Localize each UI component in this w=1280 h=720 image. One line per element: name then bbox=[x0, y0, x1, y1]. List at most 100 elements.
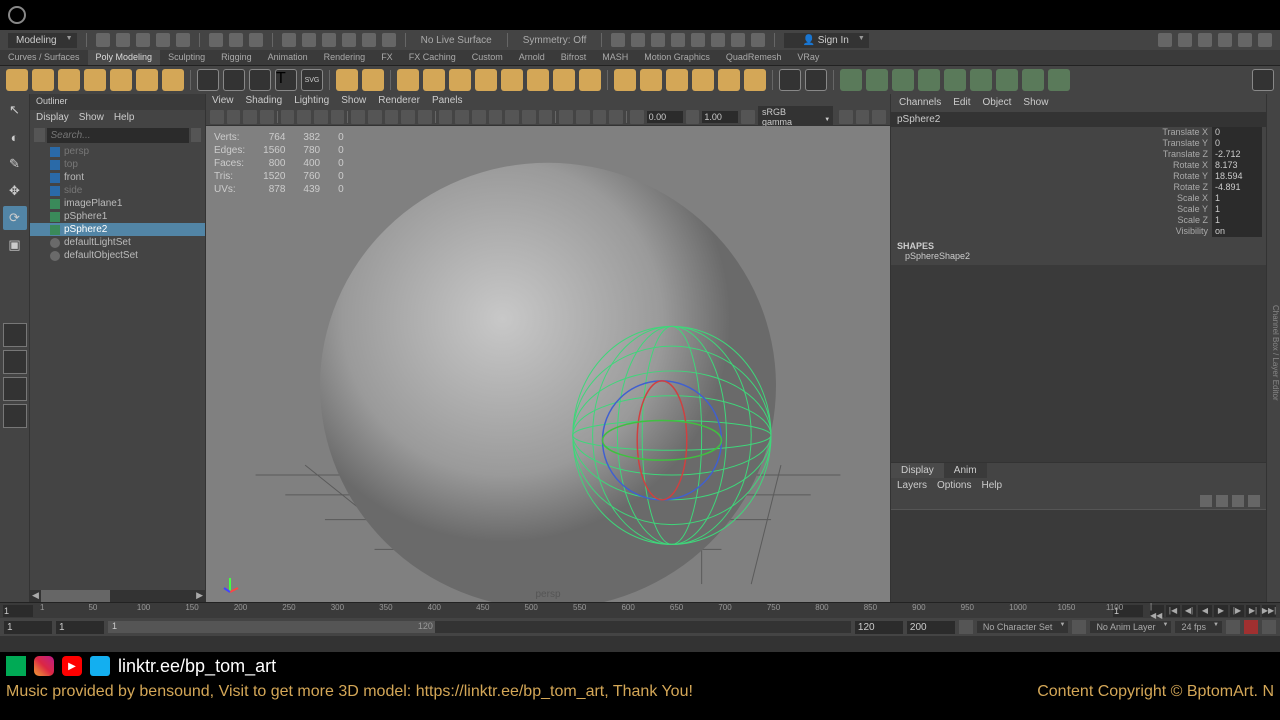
scale-tool[interactable]: ▣ bbox=[3, 233, 27, 257]
delete-edge-icon[interactable] bbox=[1048, 69, 1070, 91]
go-end-icon[interactable]: ▶▶| bbox=[1262, 605, 1276, 617]
prefs-icon[interactable] bbox=[1262, 620, 1276, 634]
attr-translate-z[interactable]: Translate Z-2.712 bbox=[891, 149, 1266, 160]
search-filter-icon[interactable] bbox=[191, 128, 202, 142]
vp-menu-shading[interactable]: Shading bbox=[246, 95, 283, 107]
layout-four-icon[interactable] bbox=[3, 350, 27, 374]
booleans-icon[interactable] bbox=[449, 69, 471, 91]
detach-icon[interactable] bbox=[944, 69, 966, 91]
cgtrader-icon[interactable] bbox=[6, 656, 26, 676]
shelf-tab-poly-modeling[interactable]: Poly Modeling bbox=[88, 50, 161, 65]
outliner-search-input[interactable] bbox=[47, 128, 189, 143]
bevel-icon[interactable] bbox=[640, 69, 662, 91]
range-loop-icon[interactable] bbox=[959, 620, 973, 634]
outliner-item-defaultLightSet[interactable]: defaultLightSet bbox=[30, 236, 205, 249]
anim-layer-toggle-icon[interactable] bbox=[1072, 620, 1086, 634]
vp-motion-blur-icon[interactable] bbox=[505, 110, 519, 124]
shelf-tab-vray[interactable]: VRay bbox=[789, 50, 827, 65]
undo-icon[interactable] bbox=[156, 33, 170, 47]
vp-ao-icon[interactable] bbox=[489, 110, 503, 124]
go-start-icon[interactable]: |◀◀ bbox=[1150, 605, 1164, 617]
select-icon[interactable] bbox=[209, 33, 223, 47]
vp-lights-icon[interactable] bbox=[401, 110, 415, 124]
next-key-icon[interactable]: ▶| bbox=[1246, 605, 1260, 617]
vp-shadows-icon[interactable] bbox=[418, 110, 432, 124]
linktree-icon[interactable] bbox=[90, 656, 110, 676]
merge-icon[interactable] bbox=[970, 69, 992, 91]
vp-isolate-icon[interactable] bbox=[439, 110, 453, 124]
attr-scale-z[interactable]: Scale Z1 bbox=[891, 215, 1266, 226]
layout-single-icon[interactable] bbox=[3, 323, 27, 347]
layer-new-selected-icon[interactable] bbox=[1248, 495, 1260, 507]
shelf-tab-arnold[interactable]: Arnold bbox=[511, 50, 553, 65]
render-settings-icon[interactable] bbox=[671, 33, 685, 47]
separate-icon[interactable] bbox=[423, 69, 445, 91]
step-fwd-icon[interactable]: |▶ bbox=[1230, 605, 1244, 617]
toggle-outliner-icon[interactable] bbox=[1218, 33, 1232, 47]
outliner-menu-show[interactable]: Show bbox=[79, 112, 104, 124]
current-frame-start[interactable] bbox=[3, 605, 33, 617]
step-back-icon[interactable]: ◀| bbox=[1182, 605, 1196, 617]
polysphere-icon[interactable] bbox=[6, 69, 28, 91]
shelf-tab-fx-caching[interactable]: FX Caching bbox=[401, 50, 464, 65]
vp-multisample-icon[interactable] bbox=[522, 110, 536, 124]
shelf-tab-mash[interactable]: MASH bbox=[594, 50, 636, 65]
hypershade-icon[interactable] bbox=[691, 33, 705, 47]
shelf-tab-bifrost[interactable]: Bifrost bbox=[553, 50, 595, 65]
attr-scale-y[interactable]: Scale Y1 bbox=[891, 204, 1266, 215]
layer-tab-anim[interactable]: Anim bbox=[944, 463, 987, 478]
cb-menu-channels[interactable]: Channels bbox=[899, 97, 941, 109]
vp-xray-icon[interactable] bbox=[455, 110, 469, 124]
range-start-input[interactable] bbox=[56, 621, 104, 634]
toggle-attribute-icon[interactable] bbox=[1238, 33, 1252, 47]
outliner-item-pSphere2[interactable]: pSphere2 bbox=[30, 223, 205, 236]
vp-menu-renderer[interactable]: Renderer bbox=[378, 95, 420, 107]
draw-icon[interactable] bbox=[362, 69, 384, 91]
vp-menu-show[interactable]: Show bbox=[341, 95, 366, 107]
range-max-input[interactable] bbox=[907, 621, 955, 634]
toggle-toolbox-icon[interactable] bbox=[1198, 33, 1212, 47]
outliner-item-top[interactable]: top bbox=[30, 158, 205, 171]
snap-curve-icon[interactable] bbox=[302, 33, 316, 47]
paint-select-icon[interactable] bbox=[249, 33, 263, 47]
vp-wireframe-icon[interactable] bbox=[351, 110, 365, 124]
open-scene-icon[interactable] bbox=[116, 33, 130, 47]
snap-view-icon[interactable] bbox=[362, 33, 376, 47]
light-editor-icon[interactable] bbox=[711, 33, 725, 47]
multi-cut-icon[interactable] bbox=[553, 69, 575, 91]
vp-dof-icon[interactable] bbox=[539, 110, 553, 124]
attr-translate-x[interactable]: Translate X0 bbox=[891, 127, 1266, 138]
vp-exposure-input[interactable] bbox=[647, 111, 683, 123]
vp-2d-pan-icon[interactable] bbox=[260, 110, 274, 124]
vp-gate-mask-icon[interactable] bbox=[331, 110, 345, 124]
layout-custom-icon[interactable] bbox=[3, 404, 27, 428]
render-icon[interactable] bbox=[631, 33, 645, 47]
youtube-icon[interactable]: ▶ bbox=[62, 656, 82, 676]
attr-rotate-y[interactable]: Rotate Y18.594 bbox=[891, 171, 1266, 182]
collapse-icon[interactable] bbox=[744, 69, 766, 91]
vp-image-plane-icon[interactable] bbox=[243, 110, 257, 124]
shelf-tab-rendering[interactable]: Rendering bbox=[316, 50, 374, 65]
channel-box-tab-strip[interactable]: Channel Box / Layer Editor bbox=[1266, 94, 1280, 602]
vp-shaded-icon[interactable] bbox=[368, 110, 382, 124]
smooth-icon[interactable] bbox=[475, 69, 497, 91]
cb-menu-show[interactable]: Show bbox=[1023, 97, 1048, 109]
connect-icon[interactable] bbox=[918, 69, 940, 91]
shelf-tab-fx[interactable]: FX bbox=[373, 50, 401, 65]
outliner-item-defaultObjectSet[interactable]: defaultObjectSet bbox=[30, 249, 205, 262]
vp-exposure-icon[interactable] bbox=[630, 110, 644, 124]
shelf-tab-animation[interactable]: Animation bbox=[260, 50, 316, 65]
anim-layer-dropdown[interactable]: No Anim Layer bbox=[1090, 621, 1171, 633]
time-slider[interactable]: 1501001502002503003504004505005506006507… bbox=[0, 602, 1280, 618]
vp-help-icon[interactable] bbox=[872, 110, 886, 124]
select-tool[interactable]: ↖ bbox=[3, 98, 27, 122]
attr-scale-x[interactable]: Scale X1 bbox=[891, 193, 1266, 204]
vp-select-camera-icon[interactable] bbox=[210, 110, 224, 124]
lasso-icon[interactable] bbox=[229, 33, 243, 47]
cb-menu-object[interactable]: Object bbox=[983, 97, 1012, 109]
snap-center-icon[interactable] bbox=[342, 33, 356, 47]
viewport-canvas[interactable]: persp bbox=[206, 126, 890, 602]
vp-grid-icon[interactable] bbox=[281, 110, 295, 124]
attr-rotate-z[interactable]: Rotate Z-4.891 bbox=[891, 182, 1266, 193]
vp-settings-icon[interactable] bbox=[856, 110, 870, 124]
